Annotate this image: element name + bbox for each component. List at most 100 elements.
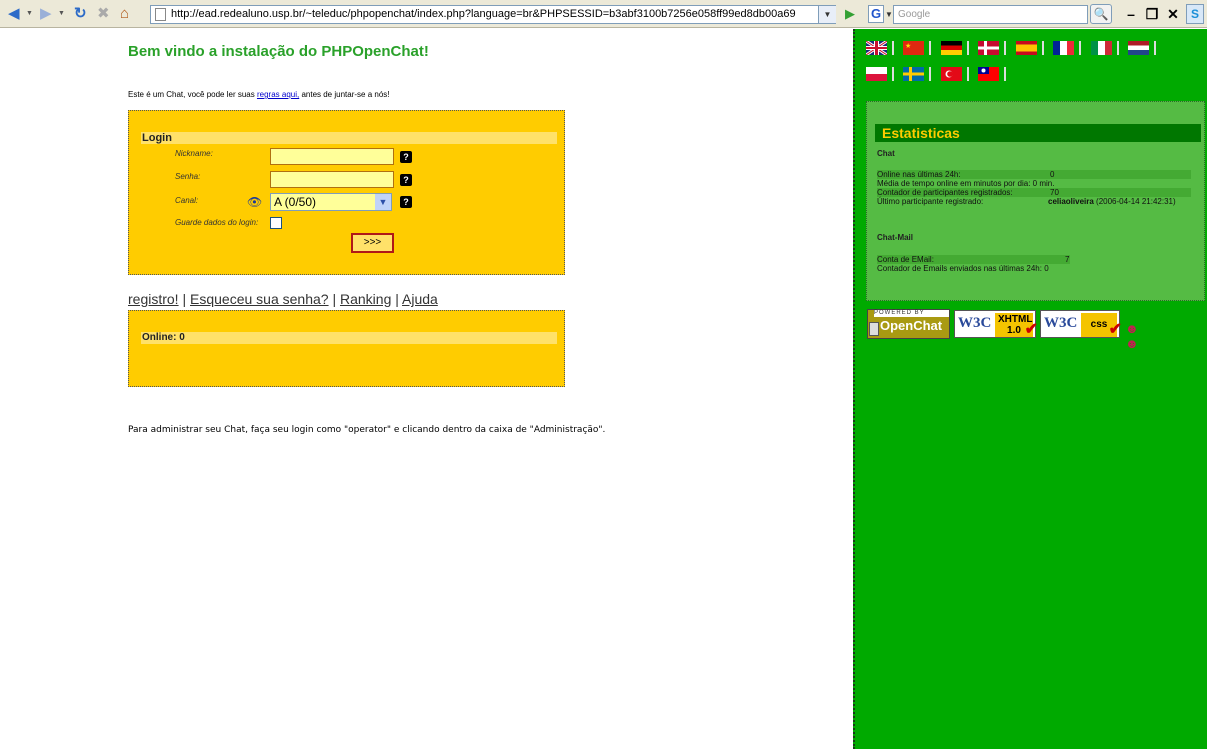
intro-after: antes de juntar-se a nós! bbox=[299, 90, 390, 99]
minimize-icon[interactable]: – bbox=[1122, 5, 1140, 23]
badge-openchat-label: OpenChat bbox=[880, 318, 943, 333]
admin-note: Para administrar seu Chat, faça seu logi… bbox=[128, 425, 606, 435]
stat-value: 0 min. bbox=[1032, 179, 1055, 188]
help-icon[interactable]: ? bbox=[400, 174, 412, 186]
forward-dropdown-icon[interactable]: ▼ bbox=[58, 4, 65, 24]
w3c-css-badge[interactable]: W3C css ✔ bbox=[1040, 310, 1122, 338]
stat-row: Conta de EMail: 7 bbox=[877, 255, 1070, 264]
login-panel: Login Nickname: ? Senha: ? Canal: 👁 A (0… bbox=[128, 110, 565, 275]
flag-spain-icon[interactable] bbox=[1015, 41, 1044, 55]
channel-select[interactable]: A (0/50) ▼ bbox=[270, 193, 392, 211]
password-input[interactable] bbox=[270, 171, 394, 188]
channel-label: Canal: bbox=[175, 196, 199, 205]
channel-selected-value: A (0/50) bbox=[274, 195, 317, 209]
login-heading: Login bbox=[141, 132, 557, 144]
home-icon[interactable]: ⌂ bbox=[120, 4, 129, 24]
flag-china-icon[interactable]: ★ bbox=[903, 41, 932, 55]
chevron-down-icon[interactable]: ▼ bbox=[375, 194, 391, 210]
links-row: registro! | Esqueceu sua senha? | Rankin… bbox=[128, 291, 438, 307]
last-user-date: (2006-04-14 21:42:31) bbox=[1096, 197, 1176, 206]
online-panel: Online: 0 bbox=[128, 310, 565, 387]
stat-row: Online nas últimas 24h: 0 bbox=[877, 170, 1191, 179]
skype-icon[interactable]: S bbox=[1186, 4, 1204, 24]
badge-xhtml-version: 1.0 bbox=[1007, 325, 1021, 336]
remember-label: Guarde dados do login: bbox=[175, 218, 259, 227]
restore-icon[interactable]: ❐ bbox=[1143, 5, 1161, 23]
intro-before: Este é um Chat, você pode ler suas bbox=[128, 90, 257, 99]
check-icon: ✔ bbox=[1108, 321, 1122, 338]
help-icon[interactable]: ? bbox=[400, 196, 412, 208]
help-icon[interactable]: ? bbox=[400, 151, 412, 163]
nickname-label: Nickname: bbox=[175, 149, 213, 158]
mail-heading: Chat-Mail bbox=[877, 233, 913, 242]
badge-w3c-label: W3C bbox=[1044, 315, 1078, 331]
go-icon[interactable]: ▶ bbox=[840, 5, 860, 24]
back-dropdown-icon[interactable]: ▼ bbox=[26, 4, 33, 24]
flag-turkey-icon[interactable] bbox=[940, 67, 969, 81]
forward-icon[interactable]: ▶ bbox=[40, 4, 52, 24]
stat-value: 0 bbox=[1050, 170, 1055, 179]
stat-label: Contador de participantes registrados: bbox=[877, 188, 1013, 197]
stat-row: Contador de Emails enviados nas últimas … bbox=[877, 264, 1191, 273]
stop-icon[interactable]: ✖ bbox=[97, 4, 110, 24]
flag-poland-icon[interactable] bbox=[866, 67, 894, 81]
forgot-password-link[interactable]: Esqueceu sua senha? bbox=[190, 291, 329, 307]
w3c-xhtml-badge[interactable]: W3C XHTML 1.0 ✔ bbox=[954, 310, 1038, 338]
back-icon[interactable]: ◀ bbox=[8, 4, 20, 24]
address-dropdown-icon[interactable]: ▼ bbox=[818, 5, 836, 24]
nickname-input[interactable] bbox=[270, 148, 394, 165]
badge-w3c-label: W3C bbox=[958, 315, 992, 331]
flag-italy-icon[interactable] bbox=[1090, 41, 1119, 55]
sidebar: ★ Estatisticas Chat Online nas últimas 2… bbox=[853, 29, 1207, 749]
link-separator: | bbox=[182, 291, 187, 307]
stat-value: 7 bbox=[1065, 255, 1070, 264]
page-title: Bem vindo a instalação do PHPOpenChat! bbox=[128, 43, 429, 60]
search-engine-dropdown-icon[interactable]: ▼ bbox=[885, 5, 893, 24]
register-link[interactable]: registro! bbox=[128, 291, 179, 307]
password-label: Senha: bbox=[175, 172, 201, 181]
stat-row: Média de tempo online em minutos por dia… bbox=[877, 179, 1191, 188]
page-icon bbox=[155, 8, 166, 21]
openchat-badge[interactable]: POWERED BY OpenChat bbox=[867, 309, 950, 339]
flag-denmark-icon[interactable] bbox=[978, 41, 1007, 55]
online-count: Online: 0 bbox=[141, 332, 557, 344]
google-logo-icon[interactable]: G bbox=[868, 5, 884, 23]
stat-label: Contador de Emails enviados nas últimas … bbox=[877, 264, 1042, 273]
address-bar[interactable]: http://ead.redealuno.usp.br/~teleduc/php… bbox=[150, 5, 835, 24]
stat-label: Online nas últimas 24h: bbox=[877, 170, 961, 179]
remember-checkbox[interactable] bbox=[270, 217, 282, 229]
smiley-icon[interactable]: ☻☻ bbox=[1125, 321, 1139, 351]
stats-panel: Estatisticas Chat Online nas últimas 24h… bbox=[866, 101, 1205, 301]
flag-germany-icon[interactable] bbox=[940, 41, 969, 55]
last-user-name: celiaoliveira bbox=[1048, 197, 1094, 206]
submit-button[interactable]: >>> bbox=[351, 233, 394, 253]
flag-sweden-icon[interactable] bbox=[903, 67, 932, 81]
flag-taiwan-icon[interactable] bbox=[978, 67, 1007, 81]
check-icon: ✔ bbox=[1024, 321, 1038, 338]
stat-label: Último participante registrado: bbox=[877, 197, 984, 206]
search-input[interactable]: Google bbox=[893, 5, 1088, 24]
help-link[interactable]: Ajuda bbox=[402, 291, 438, 307]
stat-row: Contador de participantes registrados: 7… bbox=[877, 188, 1191, 197]
search-icon[interactable]: 🔍 bbox=[1090, 4, 1112, 24]
stats-title: Estatisticas bbox=[875, 124, 1201, 142]
address-url: http://ead.redealuno.usp.br/~teleduc/php… bbox=[171, 8, 796, 20]
stat-value: 70 bbox=[1050, 188, 1059, 197]
flag-france-icon[interactable] bbox=[1053, 41, 1082, 55]
close-icon[interactable]: ✕ bbox=[1164, 5, 1182, 23]
eye-icon[interactable]: 👁 bbox=[247, 195, 262, 209]
flag-netherlands-icon[interactable] bbox=[1128, 41, 1157, 55]
ranking-link[interactable]: Ranking bbox=[340, 291, 391, 307]
stat-label: Conta de EMail: bbox=[877, 255, 934, 264]
main-content: Bem vindo a instalação do PHPOpenChat! E… bbox=[0, 29, 853, 749]
flag-uk-icon[interactable] bbox=[865, 39, 894, 57]
link-separator: | bbox=[395, 291, 399, 307]
refresh-icon[interactable]: ↻ bbox=[74, 4, 87, 24]
rules-link[interactable]: regras aqui, bbox=[257, 90, 299, 99]
intro-text: Este é um Chat, você pode ler suas regra… bbox=[128, 90, 390, 99]
svg-text:★: ★ bbox=[905, 42, 911, 50]
badge-powered-by: POWERED BY bbox=[874, 310, 949, 317]
language-flags: ★ bbox=[865, 39, 1196, 93]
chat-heading: Chat bbox=[877, 149, 895, 158]
stat-row: Último participante registrado: celiaoli… bbox=[877, 197, 1191, 206]
